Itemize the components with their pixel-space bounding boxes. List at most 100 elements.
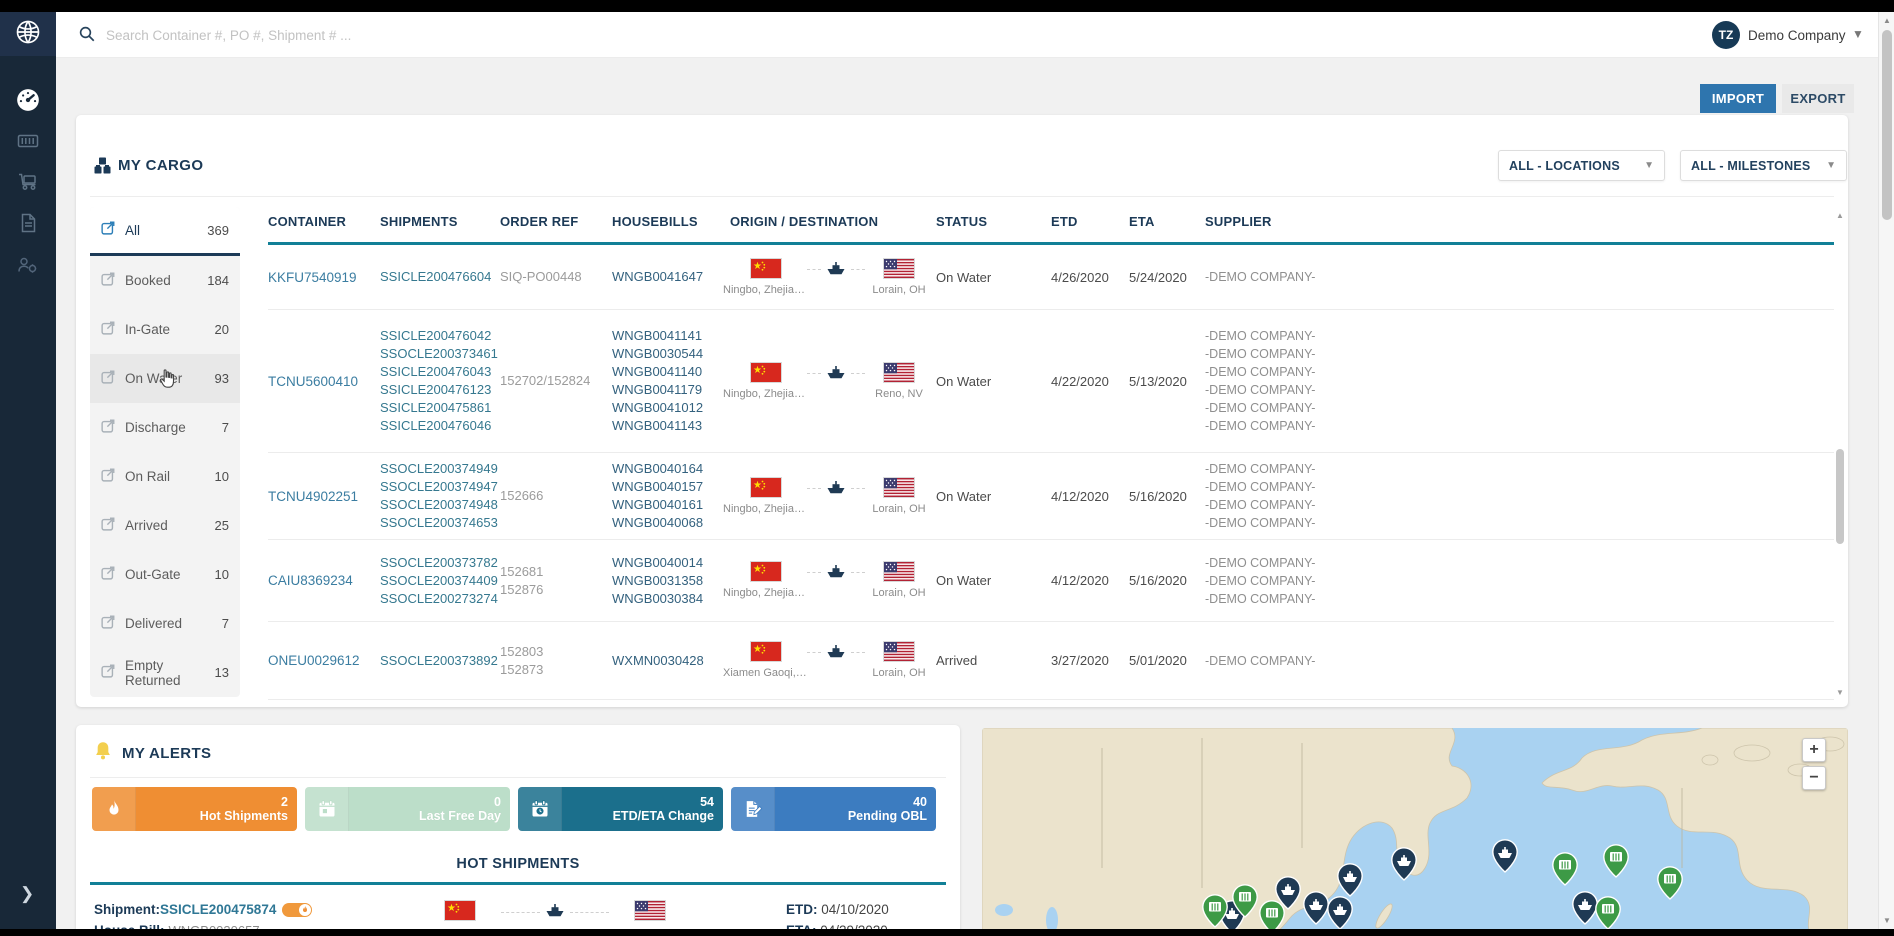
vessel-map-marker[interactable]: [1337, 863, 1363, 897]
app-logo[interactable]: [0, 12, 56, 56]
alert-count: 2: [281, 796, 288, 809]
container-number[interactable]: ONEU0029612: [268, 653, 380, 668]
filter-count: 20: [215, 322, 229, 337]
cargo-filter-discharge[interactable]: Discharge 7: [90, 403, 240, 452]
origin-name: Ningbo, Zhejiang, ...: [723, 503, 809, 515]
shipment-numbers[interactable]: SSOCLE200373782SSOCLE200374409SSOCLE2002…: [380, 554, 500, 608]
origin-destination-cell: ★Xiamen Gaoqi, Fu... Lorain, OH: [730, 642, 936, 679]
hot-shipments-title: HOT SHIPMENTS: [76, 856, 960, 872]
avatar[interactable]: TZ: [1712, 21, 1740, 49]
page-scroll-thumb[interactable]: [1882, 30, 1892, 220]
hot-toggle[interactable]: [282, 903, 312, 917]
sidebar-item-containers[interactable]: [15, 130, 41, 156]
cargo-filter-delivered[interactable]: Delivered 7: [90, 599, 240, 648]
vessel-icon: [826, 572, 846, 589]
shipment-number[interactable]: SSICLE200475874: [160, 899, 276, 920]
open-filter-icon: [101, 220, 116, 240]
locations-filter-dropdown[interactable]: ALL - LOCATIONS ▼: [1498, 150, 1665, 181]
filter-count: 10: [215, 567, 229, 582]
alert-card-pending-obl[interactable]: 40 Pending OBL: [731, 787, 936, 831]
scroll-down-icon[interactable]: ▼: [1836, 688, 1844, 697]
housebill-numbers[interactable]: WNGB0040014WNGB0031358WNGB0030384: [612, 554, 730, 608]
cargo-row-ONEU0029612[interactable]: ONEU0029612SSOCLE200373892152803152873WX…: [268, 622, 1834, 700]
etd: 4/22/2020: [1051, 374, 1129, 389]
housebill-numbers[interactable]: WNGB0040164WNGB0040157WNGB0040161WNGB004…: [612, 460, 730, 532]
column-header-eta: ETA: [1129, 214, 1205, 238]
destination-flag-icon: [635, 901, 665, 925]
cargo-blocks-icon: [94, 157, 112, 179]
scroll-up-icon[interactable]: ▲: [1836, 211, 1844, 220]
scroll-down-icon[interactable]: ▼: [1883, 916, 1891, 925]
alert-card-last-free-day[interactable]: 0 Last Free Day: [305, 787, 510, 831]
sidebar-item-dashboard[interactable]: [15, 89, 41, 115]
sidebar-expand-chevron[interactable]: ❯: [20, 884, 34, 904]
shipment-numbers[interactable]: SSICLE200476604: [380, 268, 500, 286]
status: On Water: [936, 270, 1051, 285]
cargo-filter-booked[interactable]: Booked 184: [90, 256, 240, 305]
alert-card-body: 40 Pending OBL: [775, 787, 936, 831]
calendar-clock-icon: [518, 787, 562, 831]
alert-card-hot-shipments[interactable]: 2 Hot Shipments: [92, 787, 297, 831]
route-dash: [570, 912, 609, 913]
map-zoom-out-button[interactable]: −: [1802, 766, 1826, 790]
shipment-map[interactable]: + −: [982, 728, 1848, 936]
milestones-filter-dropdown[interactable]: ALL - MILESTONES ▼: [1680, 150, 1847, 181]
search-input[interactable]: [106, 20, 806, 50]
page-scrollbar[interactable]: ▲ ▼: [1878, 12, 1894, 929]
location-map-marker[interactable]: [1595, 896, 1621, 930]
shipment-numbers[interactable]: SSICLE200476042SSOCLE200373461SSICLE2004…: [380, 327, 500, 435]
housebill-numbers[interactable]: WNGB0041141WNGB0030544WNGB0041140WNGB004…: [612, 327, 730, 435]
cargo-row-KKFU7540919[interactable]: KKFU7540919SSICLE200476604SIQ-PO00448WNG…: [268, 245, 1834, 310]
vessel-map-marker[interactable]: [1327, 896, 1353, 930]
cargo-filter-arrived[interactable]: Arrived 25: [90, 501, 240, 550]
cargo-row-TCNU5600410[interactable]: TCNU5600410SSICLE200476042SSOCLE20037346…: [268, 310, 1834, 453]
container-number[interactable]: KKFU7540919: [268, 270, 380, 285]
alert-card-etd-eta-change[interactable]: 54 ETD/ETA Change: [518, 787, 723, 831]
locations-filter-label: ALL - LOCATIONS: [1509, 159, 1620, 173]
account-chevron-down-icon[interactable]: ▼: [1852, 27, 1864, 41]
route-dash: [851, 572, 865, 573]
cargo-filter-on-rail[interactable]: On Rail 10: [90, 452, 240, 501]
vessel-map-marker[interactable]: [1303, 891, 1329, 925]
cargo-filter-in-gate[interactable]: In-Gate 20: [90, 305, 240, 354]
account-name[interactable]: Demo Company: [1748, 28, 1846, 43]
sidebar-item-shipments[interactable]: [15, 171, 41, 197]
world-map: [982, 728, 1848, 936]
sidebar-item-documents[interactable]: [15, 212, 41, 238]
location-map-marker[interactable]: [1202, 894, 1228, 928]
map-zoom-in-button[interactable]: +: [1802, 738, 1826, 762]
shipment-numbers[interactable]: SSOCLE200374949SSOCLE200374947SSOCLE2003…: [380, 460, 500, 532]
cargo-filter-on-water[interactable]: On Water 93: [90, 354, 240, 403]
export-tab[interactable]: EXPORT: [1782, 84, 1854, 113]
shipment-numbers[interactable]: SSOCLE200373892: [380, 652, 500, 670]
document-icon: [16, 211, 40, 240]
location-map-marker[interactable]: [1657, 866, 1683, 900]
cargo-filter-all[interactable]: All 369: [90, 207, 240, 256]
cargo-row-TCNU4902251[interactable]: TCNU4902251SSOCLE200374949SSOCLE20037494…: [268, 453, 1834, 540]
vessel-map-marker[interactable]: [1391, 847, 1417, 881]
vessel-map-marker[interactable]: [1492, 839, 1518, 873]
location-map-marker[interactable]: [1603, 844, 1629, 878]
alert-label: Hot Shipments: [200, 810, 288, 823]
sidebar-item-admin[interactable]: [15, 254, 41, 280]
suppliers: -DEMO COMPANY--DEMO COMPANY--DEMO COMPAN…: [1205, 327, 1834, 435]
order-refs: 152666: [500, 487, 612, 505]
suppliers: -DEMO COMPANY--DEMO COMPANY--DEMO COMPAN…: [1205, 554, 1834, 608]
cargo-filter-empty-returned[interactable]: Empty Returned 13: [90, 648, 240, 697]
table-scroll-thumb[interactable]: [1836, 449, 1844, 544]
housebill-numbers[interactable]: WNGB0041647: [612, 268, 730, 286]
import-tab[interactable]: IMPORT: [1700, 84, 1776, 113]
destination-port: Lorain, OH: [870, 259, 928, 296]
container-number[interactable]: CAIU8369234: [268, 573, 380, 588]
cargo-filter-out-gate[interactable]: Out-Gate 10: [90, 550, 240, 599]
destination-name: Reno, NV: [875, 388, 923, 400]
cargo-row-CAIU8369234[interactable]: CAIU8369234SSOCLE200373782SSOCLE20037440…: [268, 540, 1834, 622]
scroll-up-icon[interactable]: ▲: [1883, 16, 1891, 25]
housebill-numbers[interactable]: WXMN0030428: [612, 652, 730, 670]
location-map-marker[interactable]: [1232, 884, 1258, 918]
location-map-marker[interactable]: [1552, 852, 1578, 886]
alert-count: 40: [913, 796, 927, 809]
container-number[interactable]: TCNU4902251: [268, 489, 380, 504]
container-number[interactable]: TCNU5600410: [268, 374, 380, 389]
table-scrollbar[interactable]: ▲ ▼: [1834, 211, 1846, 697]
